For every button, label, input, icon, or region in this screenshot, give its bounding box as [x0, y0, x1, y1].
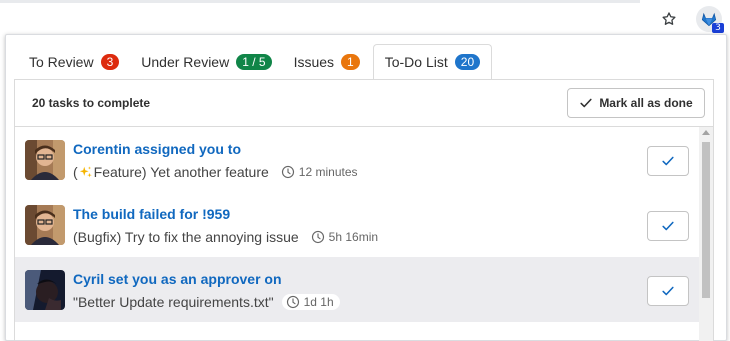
- time-ago: 5h 16min: [307, 229, 384, 245]
- subtitle-prefix: (: [73, 164, 78, 180]
- count-badge: 3: [100, 53, 120, 70]
- tab-label: To-Do List: [384, 54, 448, 70]
- mark-done-button[interactable]: [647, 146, 689, 176]
- todo-title[interactable]: The build failed for !959: [73, 206, 230, 222]
- address-bar-edge: [0, 0, 640, 3]
- time-text: 12 minutes: [298, 165, 358, 179]
- clock-icon: [281, 165, 294, 179]
- task-count: 20 tasks to complete: [32, 96, 151, 110]
- todo-subtitle: "Better Update requirements.txt" 1d 1h: [73, 294, 340, 310]
- tab-todo-list[interactable]: To-Do List 20: [372, 44, 493, 80]
- scroll-up-arrow-icon[interactable]: [702, 130, 710, 135]
- mark-all-done-button[interactable]: Mark all as done: [567, 88, 705, 118]
- subtitle-text: Feature) Yet another feature: [93, 164, 269, 180]
- time-text: 5h 16min: [328, 230, 379, 244]
- avatar: [25, 140, 65, 180]
- tab-to-review[interactable]: To Review 3: [18, 44, 130, 79]
- sparkles-icon: [79, 165, 93, 179]
- todo-item[interactable]: Cyril set you as an approver on "Better …: [15, 257, 699, 322]
- mark-done-button[interactable]: [647, 276, 689, 306]
- todo-header: 20 tasks to complete Mark all as done: [15, 80, 713, 127]
- tab-label: Issues: [293, 53, 335, 70]
- todo-list: Corentin assigned you to ( Feature) Yet …: [15, 127, 699, 322]
- scroll-thumb[interactable]: [702, 142, 710, 298]
- subtitle-text: "Better Update requirements.txt": [73, 294, 274, 310]
- mark-all-label: Mark all as done: [599, 96, 693, 110]
- tab-issues[interactable]: Issues 1: [283, 44, 371, 79]
- time-ago: 1d 1h: [281, 294, 340, 310]
- mark-done-button[interactable]: [647, 211, 689, 241]
- todo-item[interactable]: The build failed for !959 (Bugfix) Try t…: [15, 192, 699, 257]
- extension-popup: To Review 3 Under Review 1 / 5 Issues 1 …: [5, 34, 727, 341]
- tab-label: To Review: [29, 53, 94, 70]
- browser-toolbar: 3: [0, 0, 730, 35]
- avatar: [25, 205, 65, 245]
- todo-subtitle: ( Feature) Yet another feature 12 minute…: [73, 164, 364, 180]
- tab-bar: To Review 3 Under Review 1 / 5 Issues 1 …: [18, 44, 493, 80]
- extension-badge: 3: [712, 23, 724, 33]
- tab-label: Under Review: [141, 53, 230, 70]
- count-badge: 1: [341, 53, 360, 70]
- subtitle-text: (Bugfix) Try to fix the annoying issue: [73, 229, 299, 245]
- todo-title[interactable]: Cyril set you as an approver on: [73, 271, 282, 287]
- todo-title[interactable]: Corentin assigned you to: [73, 141, 241, 157]
- check-icon: [580, 98, 592, 108]
- todo-item[interactable]: Corentin assigned you to ( Feature) Yet …: [15, 127, 699, 192]
- check-icon: [662, 286, 674, 296]
- clock-icon: [311, 230, 324, 244]
- check-icon: [662, 156, 674, 166]
- count-badge: 1 / 5: [236, 53, 272, 70]
- todo-subtitle: (Bugfix) Try to fix the annoying issue 5…: [73, 229, 384, 245]
- gitlab-extension-button[interactable]: 3: [696, 6, 724, 33]
- time-text: 1d 1h: [303, 295, 334, 309]
- clock-icon: [286, 295, 299, 309]
- bookmark-star-icon[interactable]: [658, 9, 680, 29]
- avatar: [25, 270, 65, 310]
- todo-panel: 20 tasks to complete Mark all as done Co…: [14, 79, 714, 341]
- tab-under-review[interactable]: Under Review 1 / 5: [130, 44, 282, 79]
- list-scrollbar[interactable]: [699, 127, 713, 341]
- check-icon: [662, 221, 674, 231]
- time-ago: 12 minutes: [277, 164, 364, 180]
- count-badge: 20: [454, 54, 481, 70]
